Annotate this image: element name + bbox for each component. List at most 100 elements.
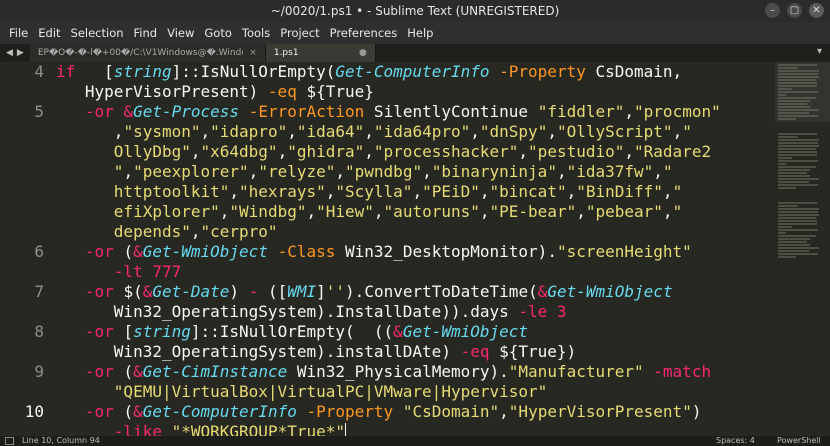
minimap-line <box>778 139 820 141</box>
code-token: -Class <box>277 242 336 261</box>
code-token: , <box>287 122 297 141</box>
code-token: Win32_DesktopMonitor). <box>335 242 557 261</box>
maximize-button[interactable]: ▢ <box>787 3 802 18</box>
menu-item-view[interactable]: View <box>162 26 199 40</box>
code-token: " <box>682 122 692 141</box>
code-line[interactable]: -or [string]::IsNullOrEmpty( ((&Get-WmiO… <box>56 322 775 342</box>
line-number[interactable]: 7 <box>0 282 44 302</box>
tab-1-ps1[interactable]: 1.ps1 ● <box>265 44 376 62</box>
code-line[interactable]: -lt 777 <box>56 262 775 282</box>
line-number[interactable]: 6 <box>0 242 44 262</box>
code-token: "Radare2 <box>634 142 712 161</box>
code-line[interactable]: -or (&Get-ComputerInfo -Property "CsDoma… <box>56 402 775 422</box>
minimap-line <box>778 136 798 138</box>
code-token: "ida37fw" <box>566 162 654 181</box>
menu-item-tools[interactable]: Tools <box>237 26 275 40</box>
close-button[interactable]: ✕ <box>809 3 824 18</box>
minimap[interactable] <box>775 62 830 436</box>
line-number[interactable]: 5 <box>0 102 44 122</box>
code-token: " <box>672 182 683 201</box>
tab-modified-dot-icon[interactable]: ● <box>359 48 367 58</box>
menu-item-preferences[interactable]: Preferences <box>325 26 403 40</box>
code-token: "binaryninja" <box>431 162 557 181</box>
code-token: "QEMU|VirtualBox|VirtualPC|VMware|Hyperv… <box>113 382 548 401</box>
code-line[interactable]: ","peexplorer","relyze","pwndbg","binary… <box>56 162 775 182</box>
code-line[interactable]: -or (&Get-WmiObject -Class Win32_Desktop… <box>56 242 775 262</box>
code-token: string <box>133 322 191 341</box>
code-token: ) <box>691 402 702 421</box>
tab-next-icon[interactable]: ▶ <box>17 48 24 58</box>
line-number[interactable]: 10 <box>0 402 44 422</box>
code-line[interactable]: OllyDbg","x64dbg","ghidra","processhacke… <box>56 142 775 162</box>
code-token: & <box>537 282 548 301</box>
menu-item-project[interactable]: Project <box>275 26 324 40</box>
tab-close-icon[interactable]: × <box>249 48 257 58</box>
minimap-line <box>778 88 792 90</box>
code-token: , <box>624 142 635 161</box>
panel-toggle-icon[interactable] <box>5 437 14 445</box>
code-token: Get-Process <box>133 102 240 121</box>
menu-item-goto[interactable]: Goto <box>199 26 237 40</box>
code-line[interactable]: httptoolkit","hexrays","Scylla","PEiD","… <box>56 182 775 202</box>
code-line[interactable]: efiXplorer","Windbg","Hiew","autoruns","… <box>56 202 775 222</box>
code-token: ( <box>113 362 134 381</box>
menu-item-edit[interactable]: Edit <box>33 26 65 40</box>
code-token: ] <box>316 282 326 301</box>
code-token: ).ConvertToDateTime( <box>345 282 538 301</box>
minimap-line <box>778 76 819 78</box>
code-token: $ <box>489 342 509 361</box>
text-cursor <box>345 423 346 436</box>
line-number[interactable]: 4 <box>0 62 44 82</box>
code-token: [ <box>113 322 134 341</box>
syntax-selector[interactable]: PowerShell <box>777 436 821 446</box>
code-token: "Scylla" <box>335 182 413 201</box>
minimap-line <box>778 250 809 252</box>
code-line[interactable]: -like "*WORKGROUP*True*" <box>56 422 775 436</box>
minimap-line <box>778 154 817 156</box>
code-token: "pwndbg" <box>345 162 423 181</box>
minimap-line <box>778 115 819 117</box>
indentation-setting[interactable]: Spaces: 4 <box>716 436 755 446</box>
code-line[interactable]: "QEMU|VirtualBox|VirtualPC|VMware|Hyperv… <box>56 382 775 402</box>
minimap-line <box>778 205 798 207</box>
menu-item-file[interactable]: File <box>4 26 33 40</box>
menu-item-selection[interactable]: Selection <box>66 26 129 40</box>
line-number[interactable]: 9 <box>0 362 44 382</box>
code-line[interactable]: depends","cerpro" <box>56 222 775 242</box>
tab-dropdown-icon[interactable]: ▾ <box>817 46 822 57</box>
menu-item-help[interactable]: Help <box>402 26 438 40</box>
code-line[interactable]: -or $(&Get-Date) - ([WMI]'').ConvertToDa… <box>56 282 775 302</box>
code-line[interactable]: -or (&Get-CimInstance Win32_PhysicalMemo… <box>56 362 775 382</box>
tab-binary-file[interactable]: EP�O�-�-l�+00�/C:\V1Windows@�.WindowsZ1s… <box>29 44 266 62</box>
code-token: ) <box>229 282 249 301</box>
minimize-button[interactable]: – <box>765 3 780 18</box>
code-line[interactable]: HyperVisorPresent) -eq ${True} <box>56 82 775 102</box>
minimap-line <box>778 85 817 87</box>
minimap-line <box>778 220 817 222</box>
line-number[interactable]: 8 <box>0 322 44 342</box>
code-token: , <box>373 202 384 221</box>
minimap-line <box>778 79 817 81</box>
code-token: "procmon" <box>634 102 721 121</box>
code-line[interactable]: Win32_OperatingSystem).installDAte) -eq … <box>56 342 775 362</box>
code-line[interactable]: -or &Get-Process -ErrorAction SilentlyCo… <box>56 102 775 122</box>
minimap-line <box>778 253 819 255</box>
code-token: Win32_OperatingSystem).installDAte) <box>56 342 461 361</box>
menu-item-find[interactable]: Find <box>129 26 163 40</box>
code-editor[interactable]: 45678910 if [string]::IsNullOrEmpty(Get-… <box>0 62 775 436</box>
code-line[interactable]: if [string]::IsNullOrEmpty(Get-ComputerI… <box>56 62 775 82</box>
tab-prev-icon[interactable]: ◀ <box>6 48 13 58</box>
minimap-line <box>778 70 820 72</box>
minimap-line <box>778 106 811 108</box>
code-line[interactable]: ,"sysmon","idapro","ida64","ida64pro","d… <box>56 122 775 142</box>
code-content[interactable]: if [string]::IsNullOrEmpty(Get-ComputerI… <box>56 62 775 436</box>
minimap-line <box>778 217 817 219</box>
code-line[interactable]: Win32_OperatingSystem).InstallDate)).day… <box>56 302 775 322</box>
